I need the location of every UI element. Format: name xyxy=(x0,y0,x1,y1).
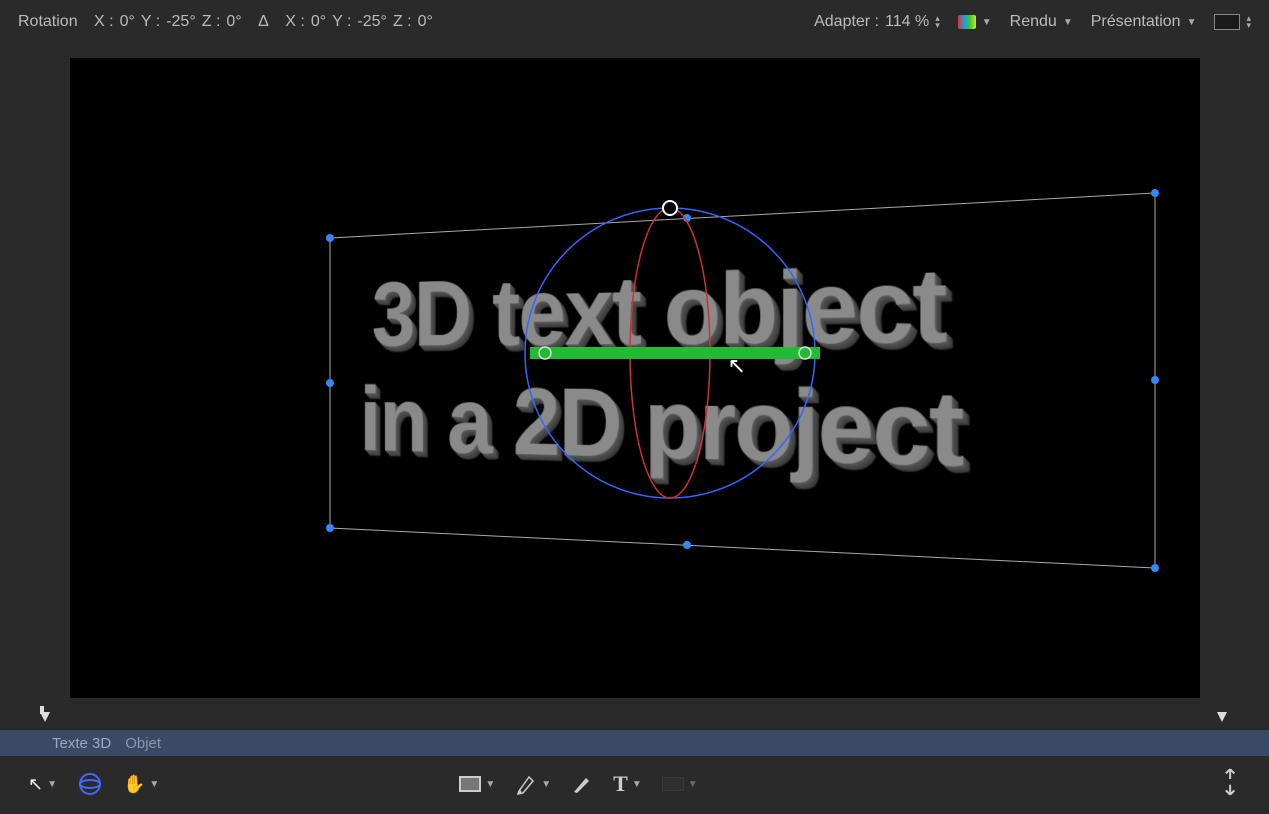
fit-dropdown[interactable]: Adapter : 114 % ▴▾ xyxy=(814,13,940,31)
timeline-ruler[interactable] xyxy=(0,712,1269,730)
chevron-down-icon: ▼ xyxy=(541,779,551,790)
viewport[interactable]: 3D text object in a 2D project xyxy=(70,58,1200,698)
rotation-readout: Rotation X : 0° Y : -25° Z : 0° Δ X : 0°… xyxy=(18,13,433,31)
select-tool[interactable]: ↖ ▼ xyxy=(28,774,57,795)
render-label: Rendu xyxy=(1010,13,1057,31)
canvas-area: 3D text object in a 2D project xyxy=(0,44,1269,712)
delta-y-label: Y : xyxy=(332,13,351,31)
handle-bottom-left[interactable] xyxy=(326,524,334,532)
fit-value: 114 % xyxy=(885,13,929,31)
rot-z-value: 0° xyxy=(226,13,241,31)
handle-right-mid[interactable] xyxy=(1151,376,1159,384)
out-point-handle[interactable] xyxy=(1217,712,1227,722)
rotation-label: Rotation xyxy=(18,13,78,31)
chevron-down-icon: ▼ xyxy=(688,779,698,790)
handle-top-left[interactable] xyxy=(326,234,334,242)
presentation-dropdown[interactable]: Présentation ▼ xyxy=(1091,13,1197,31)
color-swatch-icon xyxy=(958,15,976,29)
chevron-down-icon: ▼ xyxy=(485,779,495,790)
rotate-3d-tool[interactable] xyxy=(77,771,103,797)
brush-tool[interactable] xyxy=(571,773,593,795)
delta-y-value: -25° xyxy=(357,13,387,31)
fullscreen-button[interactable] xyxy=(1210,766,1245,801)
handle-bottom-right[interactable] xyxy=(1151,564,1159,572)
rectangle-icon xyxy=(459,776,481,792)
chevron-down-icon: ▼ xyxy=(1187,17,1197,28)
ring-handle-top[interactable] xyxy=(663,201,677,215)
pen-icon xyxy=(515,773,537,795)
layer-tab-strip: Texte 3D Objet xyxy=(0,730,1269,756)
text3d-line2: in a 2D project xyxy=(359,367,962,490)
delta-z-label: Z : xyxy=(393,13,412,31)
fit-label: Adapter : xyxy=(814,13,879,31)
chevron-down-icon: ▼ xyxy=(149,779,159,790)
tab-texte-3d[interactable]: Texte 3D xyxy=(52,735,111,752)
background-dropdown[interactable]: ▴▾ xyxy=(1214,14,1251,30)
delta-z-value: 0° xyxy=(418,13,433,31)
chevron-down-icon: ▼ xyxy=(982,17,992,28)
rot-x-label: X : xyxy=(94,13,114,31)
chevron-down-icon: ▼ xyxy=(632,779,642,790)
delta-x-value: 0° xyxy=(311,13,326,31)
rot-z-label: Z : xyxy=(202,13,221,31)
stepper-icon: ▴▾ xyxy=(1246,15,1251,29)
view-tool[interactable]: ▼ xyxy=(662,777,698,791)
background-swatch-icon xyxy=(1214,14,1240,30)
presentation-label: Présentation xyxy=(1091,13,1181,31)
handle-top-mid[interactable] xyxy=(683,214,691,222)
arrow-icon: ↖ xyxy=(28,774,43,795)
hand-icon: ✋ xyxy=(123,774,145,795)
handle-bottom-mid[interactable] xyxy=(683,541,691,549)
pen-tool[interactable]: ▼ xyxy=(515,773,551,795)
hand-tool[interactable]: ✋ ▼ xyxy=(123,774,159,795)
rotate-3d-icon xyxy=(77,771,103,797)
stepper-icon: ▴▾ xyxy=(935,15,940,29)
handle-top-right[interactable] xyxy=(1151,189,1159,197)
delta-symbol: Δ xyxy=(258,13,269,31)
text-icon: T xyxy=(613,771,628,797)
chevron-down-icon: ▼ xyxy=(1063,17,1073,28)
chevron-down-icon: ▼ xyxy=(47,779,57,790)
bottom-toolbar: ↖ ▼ ✋ ▼ ▼ ▼ T ▼ ▼ xyxy=(0,756,1269,812)
in-point-handle[interactable] xyxy=(40,712,50,722)
tab-objet[interactable]: Objet xyxy=(125,735,161,752)
expand-icon xyxy=(1215,766,1246,797)
rot-y-label: Y : xyxy=(141,13,160,31)
render-dropdown[interactable]: Rendu ▼ xyxy=(1010,13,1073,31)
view-icon xyxy=(662,777,684,791)
delta-x-label: X : xyxy=(285,13,305,31)
brush-icon xyxy=(571,773,593,795)
shape-tool[interactable]: ▼ xyxy=(459,776,495,792)
top-toolbar-right: Adapter : 114 % ▴▾ ▼ Rendu ▼ Présentatio… xyxy=(814,13,1251,31)
color-dropdown[interactable]: ▼ xyxy=(958,15,992,29)
text3d-object[interactable]: 3D text object in a 2D project xyxy=(312,254,957,479)
rot-x-value: 0° xyxy=(120,13,135,31)
text3d-line1: 3D text object xyxy=(359,243,962,366)
text-tool[interactable]: T ▼ xyxy=(613,771,642,797)
top-toolbar: Rotation X : 0° Y : -25° Z : 0° Δ X : 0°… xyxy=(0,0,1269,44)
rot-y-value: -25° xyxy=(166,13,196,31)
